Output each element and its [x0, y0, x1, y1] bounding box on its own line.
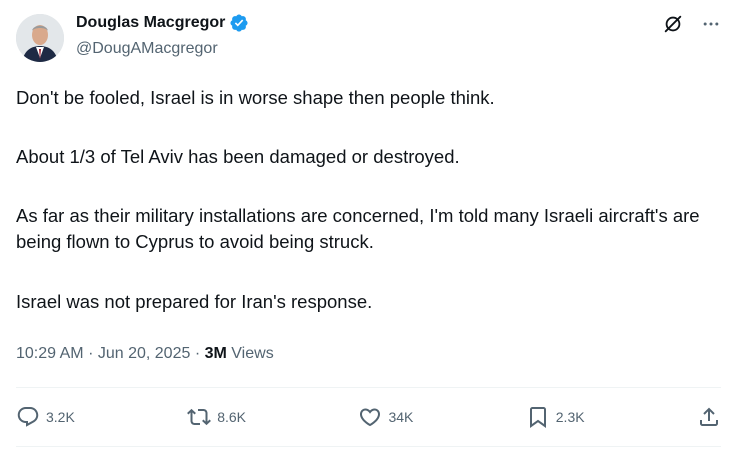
tweet-date[interactable]: Jun 20, 2025 [98, 345, 191, 362]
tweet-time[interactable]: 10:29 AM [16, 345, 84, 362]
reply-count: 3.2K [46, 409, 75, 425]
reply-button[interactable]: 3.2K [16, 405, 75, 429]
more-icon[interactable] [699, 12, 723, 36]
heart-icon [360, 408, 381, 427]
bookmark-count: 2.3K [555, 409, 585, 425]
repost-icon [187, 408, 212, 426]
tweet-paragraph: As far as their military installations a… [16, 205, 700, 252]
grok-icon[interactable] [661, 12, 685, 36]
repost-count: 8.6K [217, 409, 247, 425]
author-handle[interactable]: @DougAMacgregor [76, 39, 218, 59]
action-bar: 3.2K 8.6K 34K 2.3K [16, 393, 721, 441]
avatar[interactable] [16, 14, 64, 62]
divider [16, 387, 721, 388]
author-name-row[interactable]: Douglas Macgregor [76, 13, 249, 33]
tweet-paragraph: Israel was not prepared for Iran's respo… [16, 291, 373, 312]
tweet-meta: 10:29 AM · Jun 20, 2025 · 3M Views [16, 344, 274, 364]
bookmark-icon [529, 407, 546, 428]
views-label: Views [231, 345, 274, 362]
tweet-text: Don't be fooled, Israel is in worse shap… [16, 85, 716, 348]
tweet-paragraph: Don't be fooled, Israel is in worse shap… [16, 87, 495, 108]
repost-button[interactable]: 8.6K [187, 405, 246, 429]
bookmark-button[interactable]: 2.3K [526, 405, 585, 429]
meta-separator: · [194, 345, 201, 362]
reply-icon [17, 407, 39, 427]
views-count: 3M [204, 345, 227, 362]
divider [16, 446, 721, 447]
like-count: 34K [388, 409, 414, 425]
share-icon [699, 407, 718, 426]
header-actions [661, 12, 723, 36]
verified-badge-icon [229, 13, 249, 33]
author-name[interactable]: Douglas Macgregor [76, 13, 225, 33]
meta-separator: · [88, 345, 94, 362]
tweet-paragraph: About 1/3 of Tel Aviv has been damaged o… [16, 146, 460, 167]
share-button[interactable] [697, 405, 721, 429]
like-button[interactable]: 34K [358, 405, 413, 429]
